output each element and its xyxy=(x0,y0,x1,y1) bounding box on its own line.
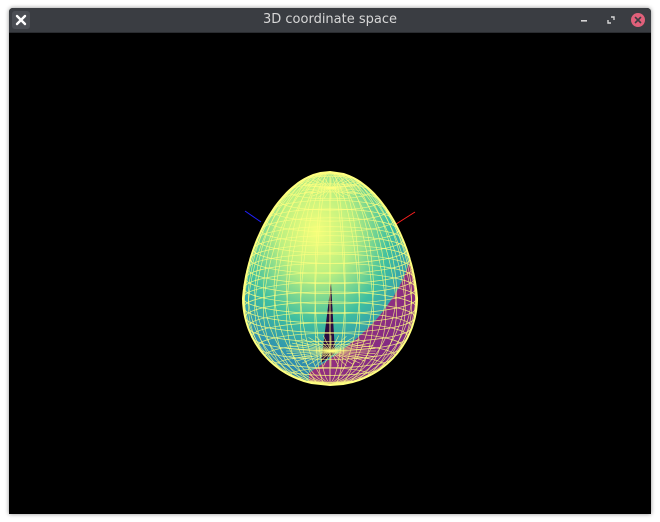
title-bar[interactable]: 3D coordinate space xyxy=(9,8,651,33)
close-icon xyxy=(631,13,645,27)
close-button[interactable] xyxy=(630,12,646,28)
window-title: 3D coordinate space xyxy=(262,12,398,27)
maximize-button[interactable] xyxy=(603,12,619,28)
minimize-button[interactable] xyxy=(576,12,592,28)
egg-mesh xyxy=(241,170,418,387)
3d-viewport[interactable] xyxy=(9,33,651,514)
app-window: 3D coordinate space xyxy=(9,8,651,514)
minimize-icon xyxy=(581,20,587,22)
scene-canvas[interactable] xyxy=(9,33,651,514)
maximize-icon xyxy=(607,16,615,24)
y-axis-line xyxy=(244,210,262,223)
